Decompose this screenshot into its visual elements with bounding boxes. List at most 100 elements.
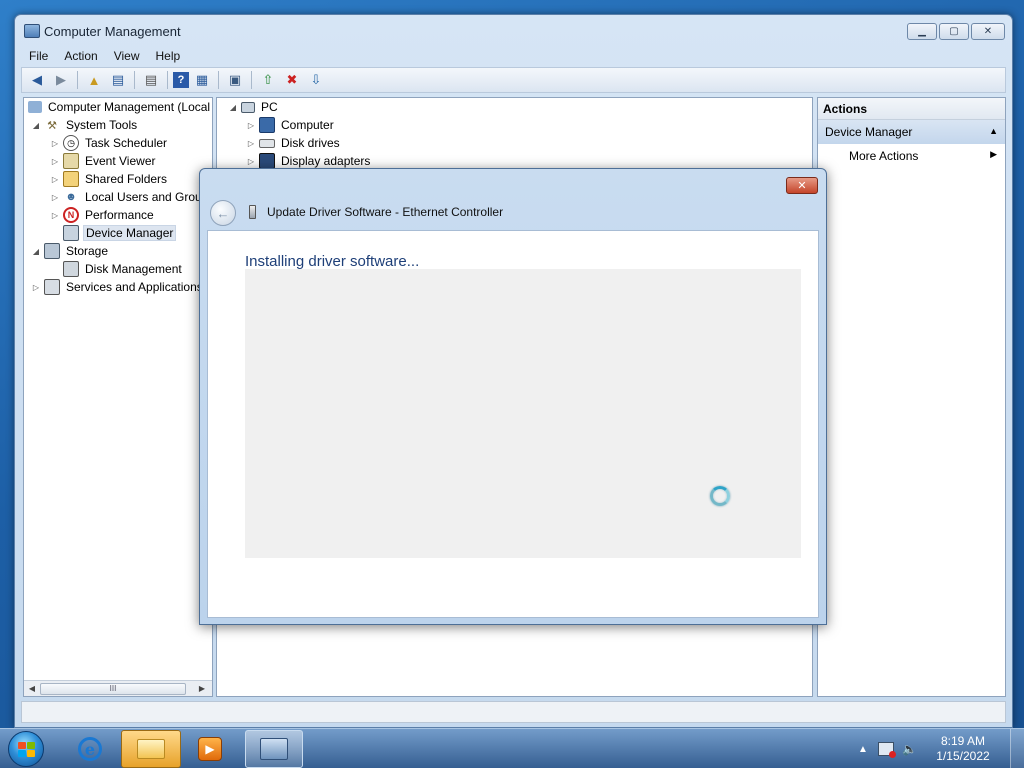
scan-hardware-icon[interactable]: ▣: [224, 70, 246, 90]
tree-item-label: Shared Folders: [85, 172, 168, 186]
close-button[interactable]: ✕: [971, 23, 1005, 40]
tree-expander[interactable]: ▷: [49, 175, 61, 184]
shared-folders-icon: [63, 171, 79, 187]
back-arrow-icon[interactable]: ◀: [26, 70, 48, 90]
windows-logo-icon: [17, 741, 35, 757]
menu-action[interactable]: Action: [56, 47, 105, 65]
tree-item-label: Task Scheduler: [85, 136, 168, 150]
tree-expander[interactable]: ▷: [245, 139, 257, 148]
tree-item[interactable]: ▷ Shared Folders: [49, 170, 169, 188]
show-hide-tree-icon[interactable]: ▤: [107, 70, 129, 90]
device-tree-root[interactable]: ◢ PC: [227, 98, 280, 116]
tree-item[interactable]: ▷ ☻ Local Users and Group: [49, 188, 210, 206]
status-bar: [21, 701, 1006, 723]
dialog-body: Installing driver software...: [207, 230, 819, 618]
tree-item-label: Local Users and Group: [85, 190, 209, 204]
toolbar: ◀ ▶ ▲ ▤ ▤ ? ▦ ▣ ⇧ ✖ ⇩: [21, 67, 1006, 93]
update-driver-icon[interactable]: ⇧: [257, 70, 279, 90]
menu-view[interactable]: View: [106, 47, 148, 65]
tree-item[interactable]: Computer Management (Local: [26, 98, 212, 116]
tree-expander[interactable]: ▷: [49, 193, 61, 202]
taskbar-computer-management[interactable]: [245, 730, 303, 768]
tree-item[interactable]: ▷ ◷ Task Scheduler: [49, 134, 169, 152]
maximize-button[interactable]: ▢: [939, 23, 969, 40]
minimize-button[interactable]: ▁: [907, 23, 937, 40]
tree-expander[interactable]: ◢: [30, 121, 42, 130]
scroll-right-arrow-icon[interactable]: ▶: [194, 684, 210, 693]
network-error-icon[interactable]: [878, 742, 896, 758]
more-actions-item[interactable]: More Actions ▶: [818, 144, 1005, 166]
title-bar[interactable]: Computer Management ▁ ▢ ✕: [15, 15, 1012, 47]
tree-item-label: Event Viewer: [85, 154, 156, 168]
display-adapter-icon: [259, 153, 275, 169]
tree-item[interactable]: ▷ Services and Applications: [30, 278, 205, 296]
show-desktop-button[interactable]: [1010, 729, 1024, 768]
tree-expander[interactable]: ▷: [245, 157, 257, 166]
device-category-label: Display adapters: [281, 154, 371, 168]
device-category[interactable]: ▷ Computer: [245, 116, 336, 134]
back-button[interactable]: ←: [210, 200, 236, 226]
toolbar-separator: [134, 71, 135, 89]
tree-item[interactable]: ◢ ⚒ System Tools: [30, 116, 139, 134]
computer-management-icon: [28, 101, 42, 113]
tree-expander[interactable]: ▷: [49, 211, 61, 220]
actions-section-device-manager[interactable]: Device Manager ▲: [818, 120, 1005, 144]
volume-muted-icon[interactable]: 🔈: [902, 742, 918, 756]
computer-management-icon: [260, 738, 288, 760]
system-tools-icon: ⚒: [47, 119, 57, 132]
dialog-close-button[interactable]: ✕: [786, 177, 818, 194]
tree-expander[interactable]: ▷: [49, 157, 61, 166]
progress-area: [245, 269, 801, 558]
uninstall-icon[interactable]: ✖: [281, 70, 303, 90]
help-icon[interactable]: ?: [173, 72, 189, 88]
window-controls: ▁ ▢ ✕: [907, 23, 1005, 40]
scroll-left-arrow-icon[interactable]: ◀: [24, 684, 40, 693]
pc-icon: [241, 101, 255, 113]
tree-expander[interactable]: ▷: [49, 139, 61, 148]
toolbar-separator: [77, 71, 78, 89]
show-hidden-icons-icon[interactable]: ▲: [854, 744, 872, 755]
computer-icon: [259, 117, 275, 133]
horizontal-scrollbar[interactable]: ◀ III ▶: [24, 680, 212, 696]
tree-item[interactable]: Device Manager: [49, 224, 177, 242]
task-scheduler-icon: ◷: [63, 135, 79, 151]
properties-icon[interactable]: ▤: [140, 70, 162, 90]
dialog-heading: Installing driver software...: [245, 253, 420, 270]
clock-date: 1/15/2022: [936, 749, 990, 763]
device-category-label: Disk drives: [281, 136, 340, 150]
media-player-icon: ▶: [198, 737, 222, 761]
tree-item-label: Device Manager: [83, 225, 177, 241]
clock[interactable]: 8:19 AM 1/15/2022: [928, 734, 998, 764]
device-manager-icon: [63, 225, 79, 241]
tree-expander[interactable]: ▷: [30, 283, 42, 292]
submenu-arrow-icon: ▶: [990, 149, 997, 159]
show-hide-action-pane-icon[interactable]: ▦: [191, 70, 213, 90]
toolbar-separator: [167, 71, 168, 89]
taskbar-internet-explorer[interactable]: e: [70, 730, 110, 768]
tree-item-label: Computer Management (Local: [48, 100, 211, 114]
scroll-thumb[interactable]: III: [40, 682, 186, 695]
tree-item[interactable]: ▷ Event Viewer: [49, 152, 157, 170]
device-tree-root-label: PC: [261, 100, 278, 114]
tree-expander[interactable]: ▷: [245, 121, 257, 130]
tree-expander[interactable]: ◢: [30, 247, 42, 256]
taskbar-windows-explorer[interactable]: [121, 730, 181, 768]
system-tray: ▲ 🔈 8:19 AM 1/15/2022: [854, 729, 1024, 768]
tree-item[interactable]: ▷ N Performance: [49, 206, 156, 224]
start-button[interactable]: [8, 731, 44, 767]
enable-device-icon[interactable]: ⇩: [305, 70, 327, 90]
taskbar-media-player[interactable]: ▶: [190, 730, 230, 768]
tree-item[interactable]: ◢ Storage: [30, 242, 110, 260]
disk-drive-icon: [259, 138, 275, 148]
taskbar: e ▶ ▲ 🔈 8:19 AM 1/15/2022: [0, 728, 1024, 768]
up-folder-icon[interactable]: ▲: [83, 70, 105, 90]
actions-pane: Actions Device Manager ▲ More Actions ▶: [817, 97, 1006, 697]
menu-file[interactable]: File: [21, 47, 56, 65]
device-category[interactable]: ▷ Disk drives: [245, 134, 342, 152]
internet-explorer-icon: e: [78, 737, 102, 761]
forward-arrow-icon[interactable]: ▶: [50, 70, 72, 90]
tree-item[interactable]: Disk Management: [49, 260, 184, 278]
menu-help[interactable]: Help: [148, 47, 189, 65]
tree-expander[interactable]: ◢: [227, 103, 239, 112]
collapse-up-icon[interactable]: ▲: [989, 126, 998, 136]
